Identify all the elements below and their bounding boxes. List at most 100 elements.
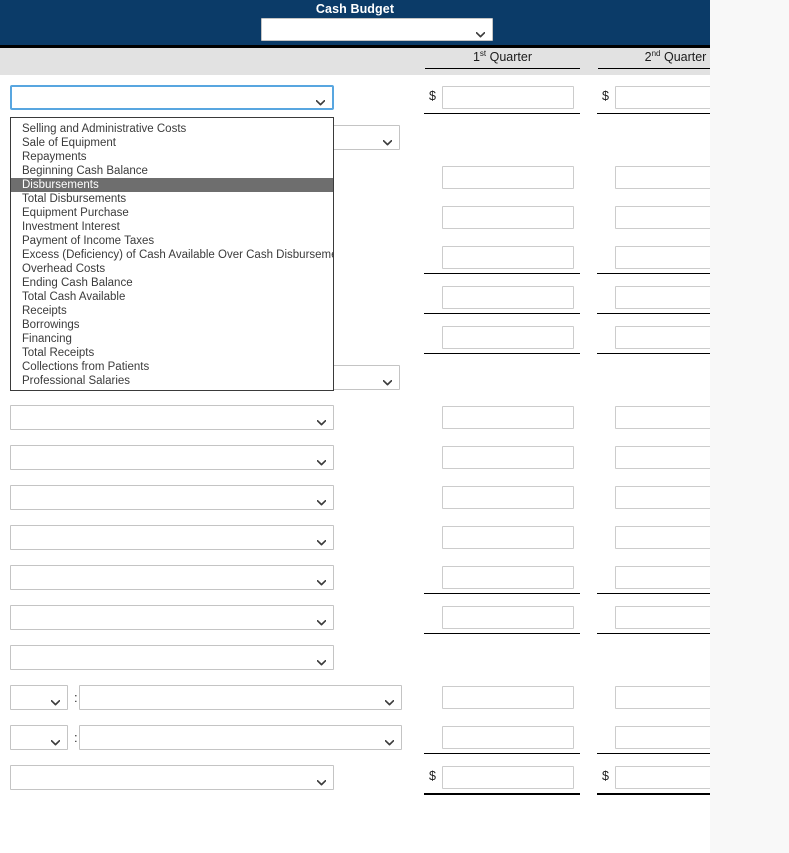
subtotal-rule-q2 (597, 353, 710, 354)
subtotal-rule-q1 (424, 313, 580, 314)
currency-symbol-q1: $ (429, 769, 436, 783)
amount-input-q2[interactable] (615, 286, 710, 309)
column-header-q2-ordinal: 2 (644, 50, 652, 64)
amount-input-q1[interactable] (442, 446, 574, 469)
subtotal-rule-q2 (597, 313, 710, 314)
option-item[interactable]: Receipts (11, 304, 333, 318)
currency-symbol-q2: $ (602, 769, 609, 783)
amount-input-q2[interactable] (615, 606, 710, 629)
line-item-label-select[interactable] (79, 725, 402, 750)
subtotal-rule-q2 (597, 753, 710, 754)
prefix-separator: : (74, 730, 78, 745)
amount-input-q2[interactable] (615, 566, 710, 589)
option-item[interactable]: Equipment Purchase (11, 206, 333, 220)
line-item-prefix-select[interactable] (10, 725, 68, 750)
chevron-down-icon (384, 735, 395, 745)
amount-input-q2[interactable] (615, 86, 710, 109)
amount-input-q2[interactable] (615, 206, 710, 229)
column-header-row: 1st Quarter 2nd Quarter (0, 48, 710, 75)
option-item[interactable]: Professional Salaries (11, 374, 333, 388)
currency-symbol-q1: $ (429, 89, 436, 103)
line-item-label-select[interactable] (10, 445, 334, 470)
option-item[interactable]: Collections from Patients (11, 360, 333, 374)
line-item-label-select[interactable] (10, 565, 334, 590)
option-item[interactable]: Repayments (11, 150, 333, 164)
amount-input-q1[interactable] (442, 206, 574, 229)
option-item[interactable]: Borrowings (11, 318, 333, 332)
amount-input-q2[interactable] (615, 766, 710, 789)
option-item[interactable]: Beginning Cash Balance (11, 164, 333, 178)
amount-input-q1[interactable] (442, 86, 574, 109)
chevron-down-icon (382, 375, 393, 385)
subtotal-rule-q2 (597, 273, 710, 274)
subtotal-rule-q1 (424, 633, 580, 634)
line-item-label-select[interactable] (10, 605, 334, 630)
line-item-option-list[interactable]: Selling and Administrative Costs Sale of … (10, 117, 334, 391)
column-header-q2-suffix: nd (651, 50, 661, 58)
amount-input-q1[interactable] (442, 246, 574, 269)
subtotal-rule-q1 (424, 273, 580, 274)
amount-input-q1[interactable] (442, 566, 574, 589)
company-select[interactable] (261, 18, 493, 41)
line-item-prefix-select[interactable] (10, 685, 68, 710)
page-title: Cash Budget (315, 2, 395, 16)
amount-input-q1[interactable] (442, 486, 574, 509)
amount-input-q1[interactable] (442, 326, 574, 349)
line-item-label-select[interactable] (10, 645, 334, 670)
chevron-down-icon (316, 495, 327, 505)
subtotal-rule-q1 (424, 113, 580, 114)
column-header-q1-ordinal: 1 (472, 50, 480, 64)
chevron-down-icon (50, 735, 61, 745)
column-header-q2: 2nd Quarter (598, 50, 710, 69)
prefix-separator: : (74, 690, 78, 705)
amount-input-q1[interactable] (442, 606, 574, 629)
line-item-label-select[interactable] (79, 685, 402, 710)
chevron-down-icon (50, 695, 61, 705)
option-item[interactable]: Total Disbursements (11, 192, 333, 206)
line-item-label-select[interactable] (10, 85, 334, 110)
line-item-label-select[interactable] (10, 525, 334, 550)
option-item[interactable]: Ending Cash Balance (11, 276, 333, 290)
amount-input-q2[interactable] (615, 246, 710, 269)
line-item-label-select[interactable] (10, 765, 334, 790)
subtotal-rule-q2 (597, 113, 710, 114)
amount-input-q2[interactable] (615, 686, 710, 709)
amount-input-q2[interactable] (615, 726, 710, 749)
option-item[interactable]: Disbursements (11, 178, 333, 192)
amount-input-q2[interactable] (615, 406, 710, 429)
chevron-down-icon (475, 27, 486, 37)
line-item-label-select[interactable] (10, 405, 334, 430)
amount-input-q2[interactable] (615, 446, 710, 469)
option-item[interactable]: Overhead Costs (11, 262, 333, 276)
option-item[interactable]: Total Cash Available (11, 290, 333, 304)
chevron-down-icon (316, 535, 327, 545)
subtotal-rule-q2 (597, 793, 710, 795)
amount-input-q1[interactable] (442, 766, 574, 789)
line-item-label-select[interactable] (10, 485, 334, 510)
amount-input-q1[interactable] (442, 726, 574, 749)
currency-symbol-q2: $ (602, 89, 609, 103)
option-item[interactable]: Payment of Income Taxes (11, 234, 333, 248)
option-item[interactable]: Sale of Equipment (11, 136, 333, 150)
chevron-down-icon (316, 575, 327, 585)
column-header-q2-label: Quarter (660, 50, 707, 64)
amount-input-q2[interactable] (615, 166, 710, 189)
amount-input-q2[interactable] (615, 326, 710, 349)
amount-input-q2[interactable] (615, 526, 710, 549)
subtotal-rule-q2 (597, 633, 710, 634)
subtotal-rule-q1 (424, 593, 580, 594)
amount-input-q1[interactable] (442, 166, 574, 189)
amount-input-q1[interactable] (442, 686, 574, 709)
option-item[interactable]: Selling and Administrative Costs (11, 122, 333, 136)
subtotal-rule-q2 (597, 593, 710, 594)
option-item[interactable]: Excess (Deficiency) of Cash Available Ov… (11, 248, 333, 262)
amount-input-q1[interactable] (442, 526, 574, 549)
option-item[interactable]: Investment Interest (11, 220, 333, 234)
amount-input-q1[interactable] (442, 406, 574, 429)
chevron-down-icon (384, 695, 395, 705)
amount-input-q2[interactable] (615, 486, 710, 509)
option-item[interactable]: Total Receipts (11, 346, 333, 360)
amount-input-q1[interactable] (442, 286, 574, 309)
option-item[interactable]: Financing (11, 332, 333, 346)
column-header-q1: 1st Quarter (425, 50, 580, 69)
